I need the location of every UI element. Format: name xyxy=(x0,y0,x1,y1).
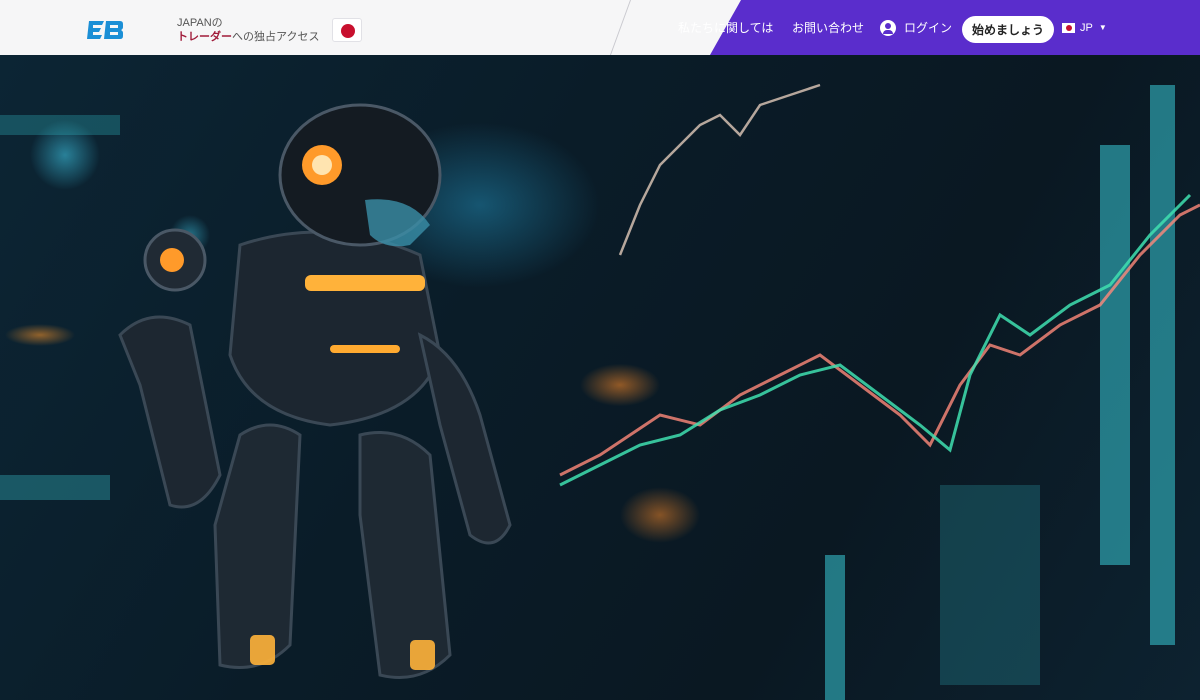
header-divider xyxy=(609,0,632,55)
japan-flag-icon xyxy=(332,18,362,42)
nav-login-link[interactable]: ログイン xyxy=(880,0,952,55)
japan-flag-icon xyxy=(1062,22,1075,33)
tagline-highlight: トレーダー xyxy=(177,31,232,43)
start-button[interactable]: 始めましょう xyxy=(962,16,1055,43)
robot-trading-hero-image xyxy=(0,55,1200,700)
tagline: JAPANの トレーダーへの独占アクセス xyxy=(177,16,319,44)
eb-logo-icon[interactable] xyxy=(86,20,124,44)
tagline-line1: JAPANの xyxy=(177,17,223,29)
nav-about-link[interactable]: 私たちに関しては xyxy=(678,0,773,55)
user-icon xyxy=(880,19,896,36)
chevron-down-icon: ▼ xyxy=(1098,23,1107,32)
nav-contact-link[interactable]: お問い合わせ xyxy=(792,0,864,55)
language-selector[interactable]: JP ▼ xyxy=(1062,0,1107,55)
login-label: ログイン xyxy=(904,21,953,35)
header-accent-band xyxy=(710,0,1200,55)
tagline-rest: への独占アクセス xyxy=(232,31,320,43)
site-header: JAPANの トレーダーへの独占アクセス 私たちに関しては お問い合わせ ログイ… xyxy=(0,0,1200,55)
language-label: JP xyxy=(1080,21,1093,34)
robot-figure xyxy=(118,103,512,679)
